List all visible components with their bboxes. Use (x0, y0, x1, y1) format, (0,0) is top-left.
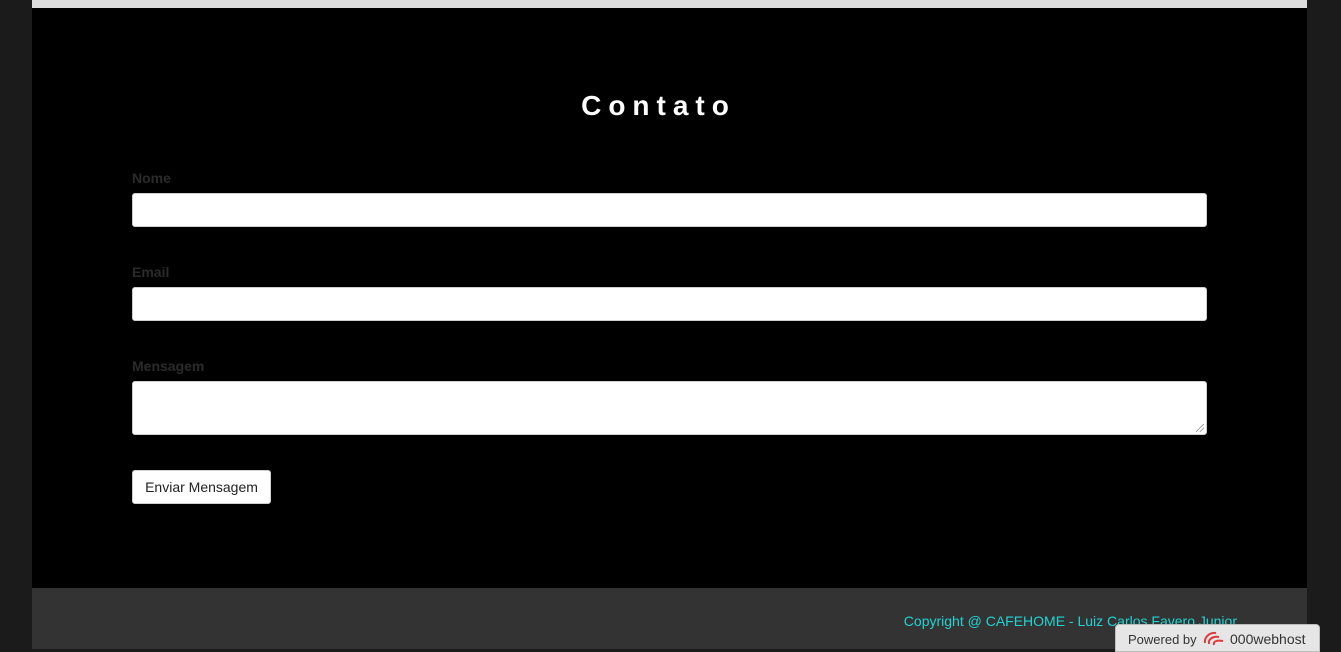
powered-by-label: Powered by (1128, 632, 1197, 647)
email-input[interactable] (132, 287, 1207, 321)
submit-button[interactable]: Enviar Mensagem (132, 470, 271, 504)
email-label: Email (132, 264, 170, 280)
top-bar (32, 0, 1307, 8)
contact-section: Contato Nome Email Mensagem Enviar Mensa… (32, 8, 1307, 588)
000webhost-swirl-icon (1203, 631, 1224, 646)
contact-title: Contato (581, 90, 736, 121)
powered-by-badge[interactable]: Powered by 000webhost (1115, 624, 1320, 652)
badge-brand-text: 000webhost (1230, 631, 1306, 647)
message-label: Mensagem (132, 358, 205, 374)
resize-grip-icon[interactable] (1196, 424, 1204, 432)
name-input[interactable] (132, 193, 1207, 227)
name-label: Nome (132, 170, 171, 186)
message-textarea[interactable] (132, 381, 1207, 435)
page-container: Contato Nome Email Mensagem Enviar Mensa… (32, 0, 1307, 649)
